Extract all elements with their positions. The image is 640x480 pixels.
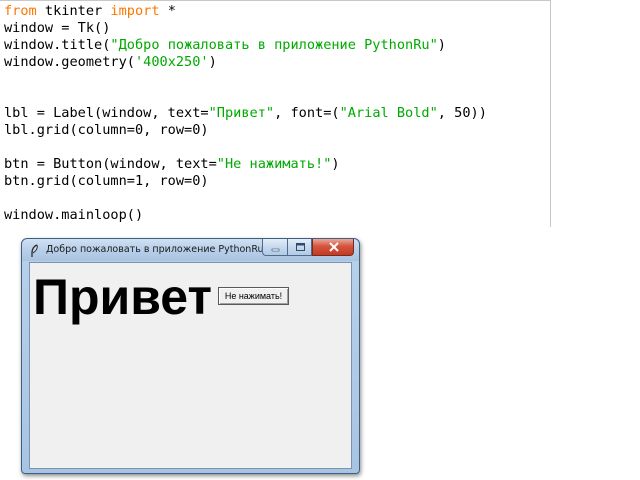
do-not-press-button[interactable]: Не нажимать! — [218, 287, 289, 305]
code-line: window.title("Добро пожаловать в приложе… — [4, 37, 446, 54]
code-string: '400x250' — [134, 54, 209, 70]
code-keyword: from — [4, 3, 37, 19]
code-line: lbl.grid(column=0, row=0) — [4, 122, 209, 139]
window-client-area: Привет Не нажимать! — [29, 262, 352, 469]
minimize-icon — [271, 248, 280, 252]
code-line: window = Tk() — [4, 20, 110, 37]
code-token: ) — [331, 156, 340, 172]
code-token: , font=( — [274, 105, 340, 121]
code-line: from tkinter import * — [4, 3, 176, 20]
code-token: btn.grid(column=1, row=0) — [4, 173, 209, 189]
code-token: btn = Button(window, text= — [4, 156, 217, 172]
code-token: tkinter — [36, 3, 111, 19]
close-icon — [329, 242, 339, 252]
window-controls — [262, 239, 354, 256]
code-token: window = Tk() — [4, 20, 111, 36]
code-token: window.geometry( — [4, 54, 135, 70]
code-token: * — [159, 3, 176, 19]
code-token: window.title( — [4, 37, 111, 53]
code-string: "Добро пожаловать в приложение PythonRu" — [110, 37, 438, 53]
maximize-icon — [296, 243, 305, 251]
code-string: "Привет" — [208, 105, 275, 121]
code-line: btn = Button(window, text="Не нажимать!"… — [4, 156, 340, 173]
feather-icon — [30, 243, 40, 257]
code-token: window.mainloop() — [4, 207, 144, 223]
code-string: "Не нажимать!" — [216, 156, 332, 172]
code-string: "Arial Bold" — [339, 105, 438, 121]
code-line: btn.grid(column=1, row=0) — [4, 173, 209, 190]
code-editor[interactable]: from tkinter import * window = Tk() window… — [0, 0, 551, 227]
code-keyword: import — [110, 3, 160, 19]
greeting-label: Привет — [33, 269, 212, 325]
code-token: ) — [208, 54, 217, 70]
window-title: Добро пожаловать в приложение PythonRu — [46, 244, 264, 255]
code-token: lbl.grid(column=0, row=0) — [4, 122, 209, 138]
code-token: , 50)) — [437, 105, 487, 121]
code-token: ) — [437, 37, 446, 53]
title-bar[interactable]: Добро пожаловать в приложение PythonRu — [22, 239, 359, 261]
code-line: window.mainloop() — [4, 207, 143, 224]
code-token: lbl = Label(window, text= — [4, 105, 209, 121]
minimize-button[interactable] — [262, 239, 287, 256]
tk-window: Добро пожаловать в приложение PythonRu П… — [21, 238, 360, 474]
code-line: lbl = Label(window, text="Привет", font=… — [4, 105, 487, 122]
maximize-button[interactable] — [287, 239, 312, 256]
close-button[interactable] — [312, 239, 354, 256]
code-line: window.geometry('400x250') — [4, 54, 217, 71]
